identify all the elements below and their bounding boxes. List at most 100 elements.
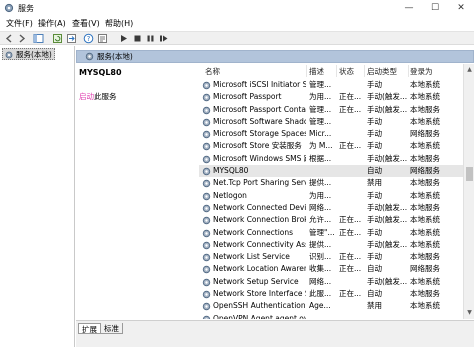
service-row[interactable]: OpenVPN Agent agent.ovpnagent (199, 313, 463, 319)
service-log-on-as: 本地系统 (410, 116, 440, 126)
service-row[interactable]: Network Location Awarene...收集... 正在... 自动 网… (199, 263, 463, 275)
service-description: 为用... (309, 92, 332, 102)
service-gear-icon (202, 204, 211, 213)
service-row[interactable]: Network Connections 管理"... 正在... 手动 本地系统 (199, 227, 463, 239)
services-app-icon (4, 3, 14, 13)
service-startup-type: 手动(触发... (367, 153, 408, 163)
service-row[interactable]: Microsoft Software Shado... 管理... 手动 本地系统 (199, 116, 463, 128)
service-row[interactable]: Microsoft iSCSI Initiator Ser...管理... 手动 本… (199, 79, 463, 91)
scrollbar-thumb[interactable] (466, 167, 473, 181)
service-description: 此服... (309, 289, 332, 299)
service-status: 正在... (339, 252, 362, 262)
service-name: Microsoft iSCSI Initiator Ser... (213, 80, 306, 89)
service-description: 提供... (309, 178, 332, 188)
service-row[interactable]: Netlogon 为用... 手动 本地系统 (199, 190, 463, 202)
refresh-icon[interactable] (52, 33, 63, 44)
service-status: 正在... (339, 215, 362, 225)
service-status: 正在... (339, 141, 362, 151)
service-gear-icon (202, 266, 211, 274)
service-startup-type: 自动 (367, 166, 382, 176)
column-divider[interactable] (408, 65, 409, 77)
properties-icon[interactable] (97, 33, 108, 44)
tree-item-services-local[interactable]: 服务(本地) (2, 48, 55, 60)
services-rows: Microsoft iSCSI Initiator Ser...管理...手动本… (199, 79, 463, 319)
minimize-button[interactable]: — (396, 0, 422, 16)
service-row[interactable]: Microsoft Passport Container管理... 正在... 手动… (199, 104, 463, 116)
service-gear-icon (202, 253, 211, 262)
tab-extended[interactable]: 扩展 (78, 323, 101, 334)
service-startup-type: 手动(触发... (367, 92, 408, 102)
svg-text:?: ? (87, 35, 91, 43)
maximize-button[interactable]: ☐ (422, 0, 448, 16)
vertical-scrollbar[interactable]: ▲ ▼ (463, 64, 474, 319)
help-icon[interactable]: ? (83, 33, 94, 44)
service-startup-type: 手动(触发... (367, 239, 408, 249)
service-log-on-as: 本地服务 (410, 153, 440, 163)
service-row[interactable]: Network Connectivity Assis...提供... 手动(触发.… (199, 239, 463, 251)
service-name: Microsoft Storage Spaces S... (213, 129, 306, 139)
service-row[interactable]: MYSQL80 自动 网络服务 (199, 165, 463, 178)
service-gear-icon (202, 303, 211, 311)
service-startup-type: 禁用 (367, 301, 382, 311)
service-name: Network Location Awarene... (213, 264, 306, 274)
service-description: 网络... (309, 276, 332, 286)
service-name: OpenSSH Authentication ... (213, 301, 306, 311)
selected-service-name: MYSQL80 (79, 68, 122, 77)
service-row[interactable]: Microsoft Passport 为用... 正在... 手动(触发... 本地系统 (199, 91, 463, 103)
service-description: 管理"... (309, 227, 335, 237)
service-startup-type: 手动 (367, 252, 382, 262)
play-icon[interactable] (118, 33, 129, 44)
tab-standard[interactable]: 标准 (100, 323, 123, 334)
column-header-description[interactable]: 描述 (309, 66, 324, 77)
service-gear-icon (202, 229, 211, 237)
service-row[interactable]: Network List Service 识别... 正在... 手动 本地服务 (199, 251, 463, 263)
export-icon[interactable] (66, 33, 77, 44)
service-row[interactable]: Network Store Interface Se...此服... 正在... 自… (199, 288, 463, 300)
service-name: Microsoft Windows SMS 路... (213, 153, 306, 163)
column-divider[interactable] (336, 65, 337, 77)
back-icon[interactable] (4, 33, 15, 44)
service-log-on-as: 本地系统 (410, 301, 440, 311)
show-tree-icon[interactable] (33, 33, 44, 44)
service-log-on-as: 网络服务 (410, 129, 440, 139)
service-name: Network Connected Devic... (213, 202, 306, 212)
menu-file[interactable]: 文件(F) (6, 18, 33, 29)
start-service-link[interactable]: 启动 (79, 92, 94, 101)
scroll-down-arrow-icon[interactable]: ▼ (466, 309, 473, 316)
menu-help[interactable]: 帮助(H) (105, 18, 133, 29)
service-row[interactable]: Network Connected Devic...网络... 手动(触发...本… (199, 202, 463, 214)
column-divider[interactable] (306, 65, 307, 77)
column-divider[interactable] (364, 65, 365, 77)
service-log-on-as: 本地服务 (410, 104, 440, 114)
column-header-log-on-as[interactable]: 登录为 (410, 66, 433, 77)
service-row[interactable]: OpenSSH Authentication ... Age... 禁用 本地系统 (199, 300, 463, 312)
service-description: 识别... (309, 252, 332, 262)
service-log-on-as: 本地服务 (410, 202, 440, 212)
column-header-startup-type[interactable]: 启动类型 (367, 66, 397, 77)
column-header-name[interactable]: 名称 (205, 66, 220, 77)
menu-view[interactable]: 查看(V) (72, 18, 100, 29)
menu-action[interactable]: 操作(A) (38, 18, 66, 29)
service-row[interactable]: Microsoft Windows SMS 路...根据... 手动(触发...本… (199, 153, 463, 165)
services-list: 名称 描述 状态 启动类型 登录为 Microsoft iSCSI Initia… (199, 64, 463, 319)
service-row[interactable]: Net.Tcp Port Sharing Service提供... 禁用 本地服务 (199, 177, 463, 189)
service-name: MYSQL80 (213, 166, 249, 176)
service-row[interactable]: Network Setup Service 网络... 手动(触发... 本地系统 (199, 276, 463, 288)
stop-icon[interactable] (132, 33, 143, 44)
service-row[interactable]: Network Connection Broker 允许... 正在... 手动(触发… (199, 214, 463, 226)
header-label: 服务(本地) (97, 52, 133, 61)
start-service-line: 启动此服务 (79, 91, 117, 102)
service-log-on-as: 本地服务 (410, 178, 440, 188)
service-gear-icon (202, 315, 211, 319)
restart-icon[interactable] (158, 33, 169, 44)
service-log-on-as: 本地系统 (410, 92, 440, 102)
service-row[interactable]: Microsoft Store 安装服务为 M... 正在... 手动 本地系统 (199, 140, 463, 152)
service-description: 允许... (309, 215, 332, 225)
pause-icon[interactable] (145, 33, 156, 44)
service-row[interactable]: Microsoft Storage Spaces S...Micr... 手动 网络… (199, 128, 463, 140)
scroll-up-arrow-icon[interactable]: ▲ (466, 66, 473, 73)
service-description: 收集... (309, 264, 332, 274)
forward-icon[interactable] (16, 33, 27, 44)
close-button[interactable]: ✕ (448, 0, 474, 16)
column-header-status[interactable]: 状态 (339, 66, 354, 77)
